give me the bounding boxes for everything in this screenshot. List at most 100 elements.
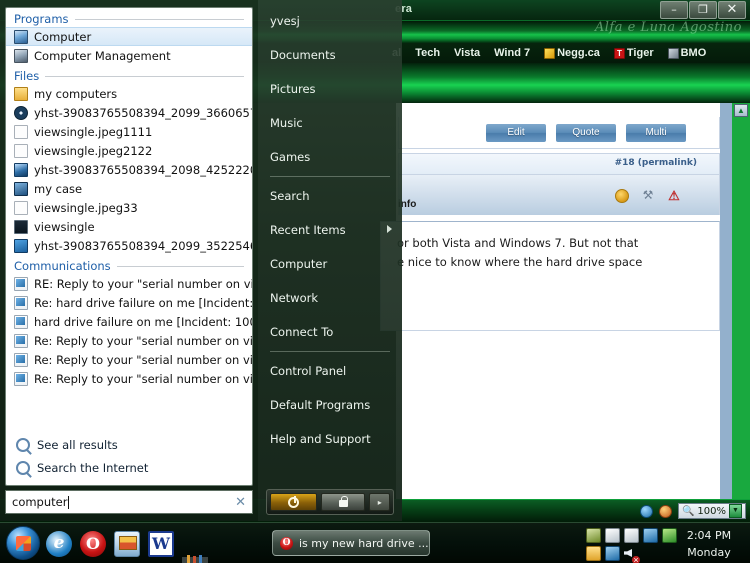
results-section-header-communications: Communications [6, 255, 252, 274]
see-all-results-link[interactable]: See all results [6, 433, 252, 456]
section-divider [74, 18, 244, 20]
result-item-file[interactable]: my case [6, 179, 252, 198]
minimize-button[interactable]: – [660, 1, 688, 19]
start-item-label: Recent Items [270, 223, 346, 237]
bookmark-label: Vista [454, 47, 481, 59]
start-item-recent-items[interactable]: Recent Items [258, 213, 402, 247]
section-label: Programs [14, 12, 69, 26]
result-item-file[interactable]: yhst-39083765508394_2099_352254622 [6, 236, 252, 255]
scroll-up-button[interactable]: ▲ [734, 104, 748, 117]
start-item-search[interactable]: Search [258, 179, 402, 213]
post-permalink-link[interactable]: #18 (permalink) [615, 158, 697, 168]
result-item-mail[interactable]: Re: Reply to your "serial number on vist… [6, 369, 252, 388]
edit-button[interactable]: Edit [485, 122, 547, 143]
clock-day: Monday [687, 546, 731, 559]
document-icon [14, 200, 28, 215]
printer-icon[interactable] [624, 528, 639, 543]
result-item-computer[interactable]: Computer [6, 27, 252, 46]
result-label: my case [34, 181, 83, 196]
desktop-screen: era – ❐ ✕ Alfa e Luna Agostino al Tech V… [0, 0, 750, 563]
result-item-mail[interactable]: RE: Reply to your "serial number on vist… [6, 274, 252, 293]
start-item-pictures[interactable]: Pictures [258, 72, 402, 106]
antivirus-icon[interactable] [586, 528, 601, 543]
pencil-cup-icon[interactable] [182, 555, 208, 563]
reputation-icon[interactable] [615, 189, 629, 203]
result-item-file[interactable]: viewsingle.jpeg1111 [6, 122, 252, 141]
zoom-control[interactable]: 🔍 100% ▼ [677, 503, 746, 519]
monitor-icon [14, 29, 28, 44]
result-label: my computers [34, 86, 118, 101]
network-icon[interactable] [643, 528, 658, 543]
bookmark-item[interactable]: Wind 7 [494, 47, 530, 59]
start-item-default-programs[interactable]: Default Programs [258, 388, 402, 422]
power-controls: ▸ [266, 489, 394, 515]
report-warning-icon[interactable]: ⚠ [667, 189, 681, 203]
results-footer-links: See all results Search the Internet [6, 433, 252, 479]
start-search-box[interactable]: computer ✕ [5, 490, 253, 514]
result-label: Re: hard drive failure on me [Incident: … [34, 295, 252, 310]
shutdown-button[interactable] [270, 493, 318, 511]
result-item-file[interactable]: yhst-39083765508394_2098_42522202 [6, 160, 252, 179]
result-label: viewsingle.jpeg2122 [34, 143, 153, 158]
search-input[interactable]: computer [12, 495, 235, 509]
results-section-header-programs: Programs [6, 8, 252, 27]
result-item-file[interactable]: viewsingle [6, 217, 252, 236]
result-item-computer-management[interactable]: Computer Management [6, 46, 252, 65]
result-item-file[interactable]: yhst-39083765508394_2099_366065712 [6, 103, 252, 122]
start-item-control-panel[interactable]: Control Panel [258, 354, 402, 388]
clock[interactable]: 2:04 PM Monday [678, 527, 740, 561]
close-button[interactable]: ✕ [718, 1, 746, 19]
user-name-label[interactable]: yvesj [258, 10, 402, 38]
result-item-mail[interactable]: hard drive failure on me [Incident: 1003… [6, 312, 252, 331]
folder-icon[interactable] [586, 546, 601, 561]
zoom-dropdown-arrow-icon[interactable]: ▼ [729, 504, 742, 518]
search-the-internet-link[interactable]: Search the Internet [6, 456, 252, 479]
palette-icon[interactable] [658, 504, 672, 518]
start-item-computer[interactable]: Computer [258, 247, 402, 281]
start-item-connect-to[interactable]: Connect To [258, 315, 402, 349]
bookmark-item[interactable]: Tech [415, 47, 440, 59]
tools-icon[interactable]: ⚒ [641, 189, 655, 203]
result-item-mail[interactable]: Re: Reply to your "serial number on vist… [6, 350, 252, 369]
internet-explorer-icon[interactable]: e [46, 531, 72, 557]
result-item-mail[interactable]: Re: hard drive failure on me [Incident: … [6, 293, 252, 312]
result-item-file[interactable]: my computers [6, 84, 252, 103]
opera-unite-icon[interactable] [639, 504, 653, 518]
shield-icon[interactable] [662, 528, 677, 543]
result-item-mail[interactable]: Re: Reply to your "serial number on vist… [6, 331, 252, 350]
post-meta-bar: ⚒ ⚠ [398, 175, 720, 215]
restore-button[interactable]: ❐ [689, 1, 717, 19]
start-item-network[interactable]: Network [258, 281, 402, 315]
footer-link-label: Search the Internet [37, 460, 149, 475]
printer-icon[interactable] [605, 528, 620, 543]
power-options-button[interactable]: ▸ [369, 493, 390, 511]
result-label: yhst-39083765508394_2099_366065712 [34, 105, 252, 120]
clear-search-icon[interactable]: ✕ [235, 495, 246, 510]
result-item-file[interactable]: viewsingle.jpeg33 [6, 198, 252, 217]
search-input-value: computer [12, 495, 68, 509]
result-item-file[interactable]: viewsingle.jpeg2122 [6, 141, 252, 160]
start-item-games[interactable]: Games [258, 140, 402, 174]
microsoft-word-icon[interactable]: W [148, 531, 174, 557]
result-label: yhst-39083765508394_2098_42522202 [34, 162, 252, 177]
bookmark-item[interactable]: Vista [454, 47, 480, 59]
favicon-tiger-icon: T [613, 47, 625, 59]
taskbar-window-button[interactable]: O is my new hard drive ... [272, 530, 430, 556]
start-button[interactable] [6, 526, 40, 560]
opera-icon: O [280, 536, 293, 550]
start-item-music[interactable]: Music [258, 106, 402, 140]
display-icon[interactable] [605, 546, 620, 561]
text-caret [68, 495, 70, 509]
quote-button[interactable]: Quote [555, 122, 617, 143]
multi-quote-button[interactable]: Multi [625, 122, 687, 143]
bookmark-item[interactable]: BMO [667, 47, 706, 59]
bookmark-item[interactable]: T Tiger [613, 47, 654, 59]
opera-icon[interactable]: O [80, 531, 106, 557]
volume-muted-icon[interactable] [624, 546, 640, 563]
start-item-documents[interactable]: Documents [258, 38, 402, 72]
start-item-help-and-support[interactable]: Help and Support [258, 422, 402, 456]
bookmark-item[interactable]: Negg.ca [544, 47, 600, 59]
windows-gallery-icon[interactable] [114, 531, 140, 557]
results-section-header-files: Files [6, 65, 252, 84]
lock-button[interactable] [321, 493, 366, 511]
